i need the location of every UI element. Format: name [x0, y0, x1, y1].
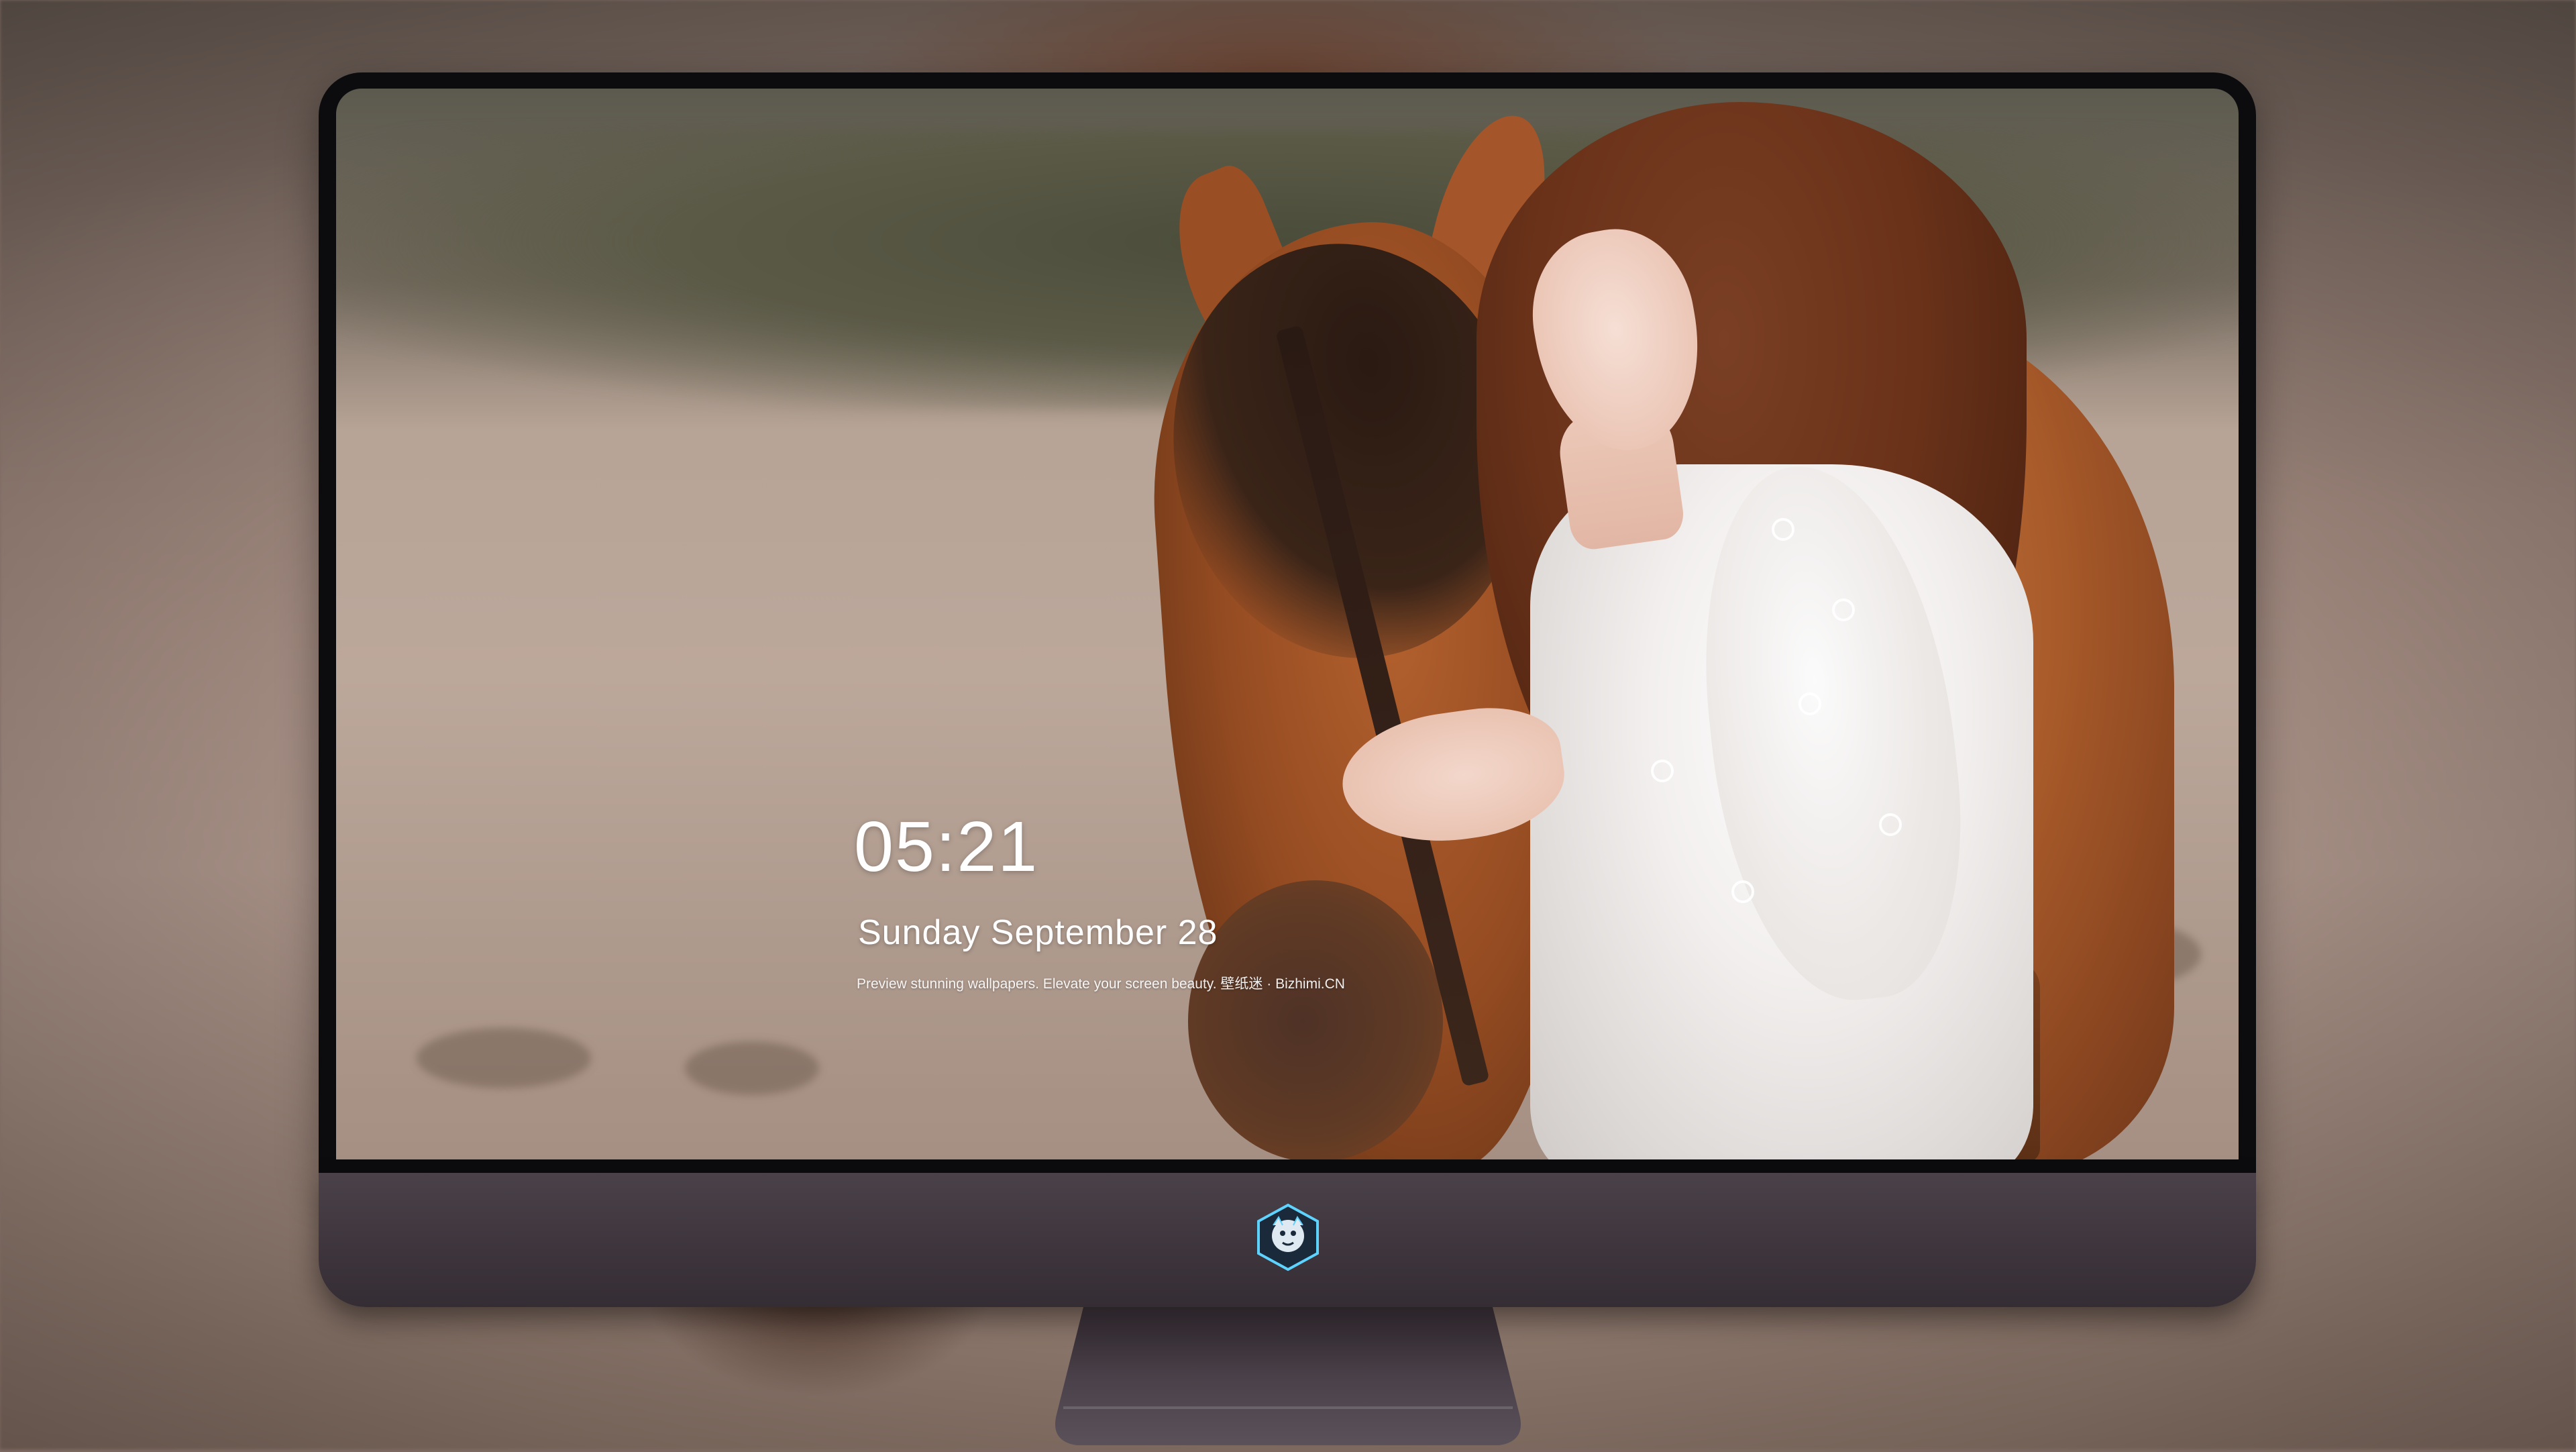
wallpaper-horse-muzzle [1188, 880, 1443, 1159]
monitor-bezel: 05:21 Sunday September 28 Preview stunni… [319, 72, 2256, 1176]
lock-clock: 05:21 [854, 807, 1039, 886]
wallpaper-grass [685, 1041, 819, 1095]
wallpaper-grass [417, 1028, 591, 1088]
wallpaper-lace [1772, 518, 1794, 541]
wallpaper-lace [1879, 813, 1902, 836]
lock-date: Sunday September 28 [858, 913, 1218, 952]
monitor-stand [989, 1307, 1587, 1449]
monitor: 05:21 Sunday September 28 Preview stunni… [319, 72, 2256, 1307]
lock-screen[interactable]: 05:21 Sunday September 28 Preview stunni… [336, 89, 2239, 1159]
wallpaper-lace [1799, 692, 1821, 715]
wallpaper-lace [1832, 599, 1855, 621]
wallpaper-caption: Preview stunning wallpapers. Elevate you… [857, 976, 1345, 992]
brand-logo-icon [1253, 1202, 1323, 1272]
wallpaper-lace [1651, 760, 1674, 782]
wallpaper-lace [1731, 880, 1754, 903]
